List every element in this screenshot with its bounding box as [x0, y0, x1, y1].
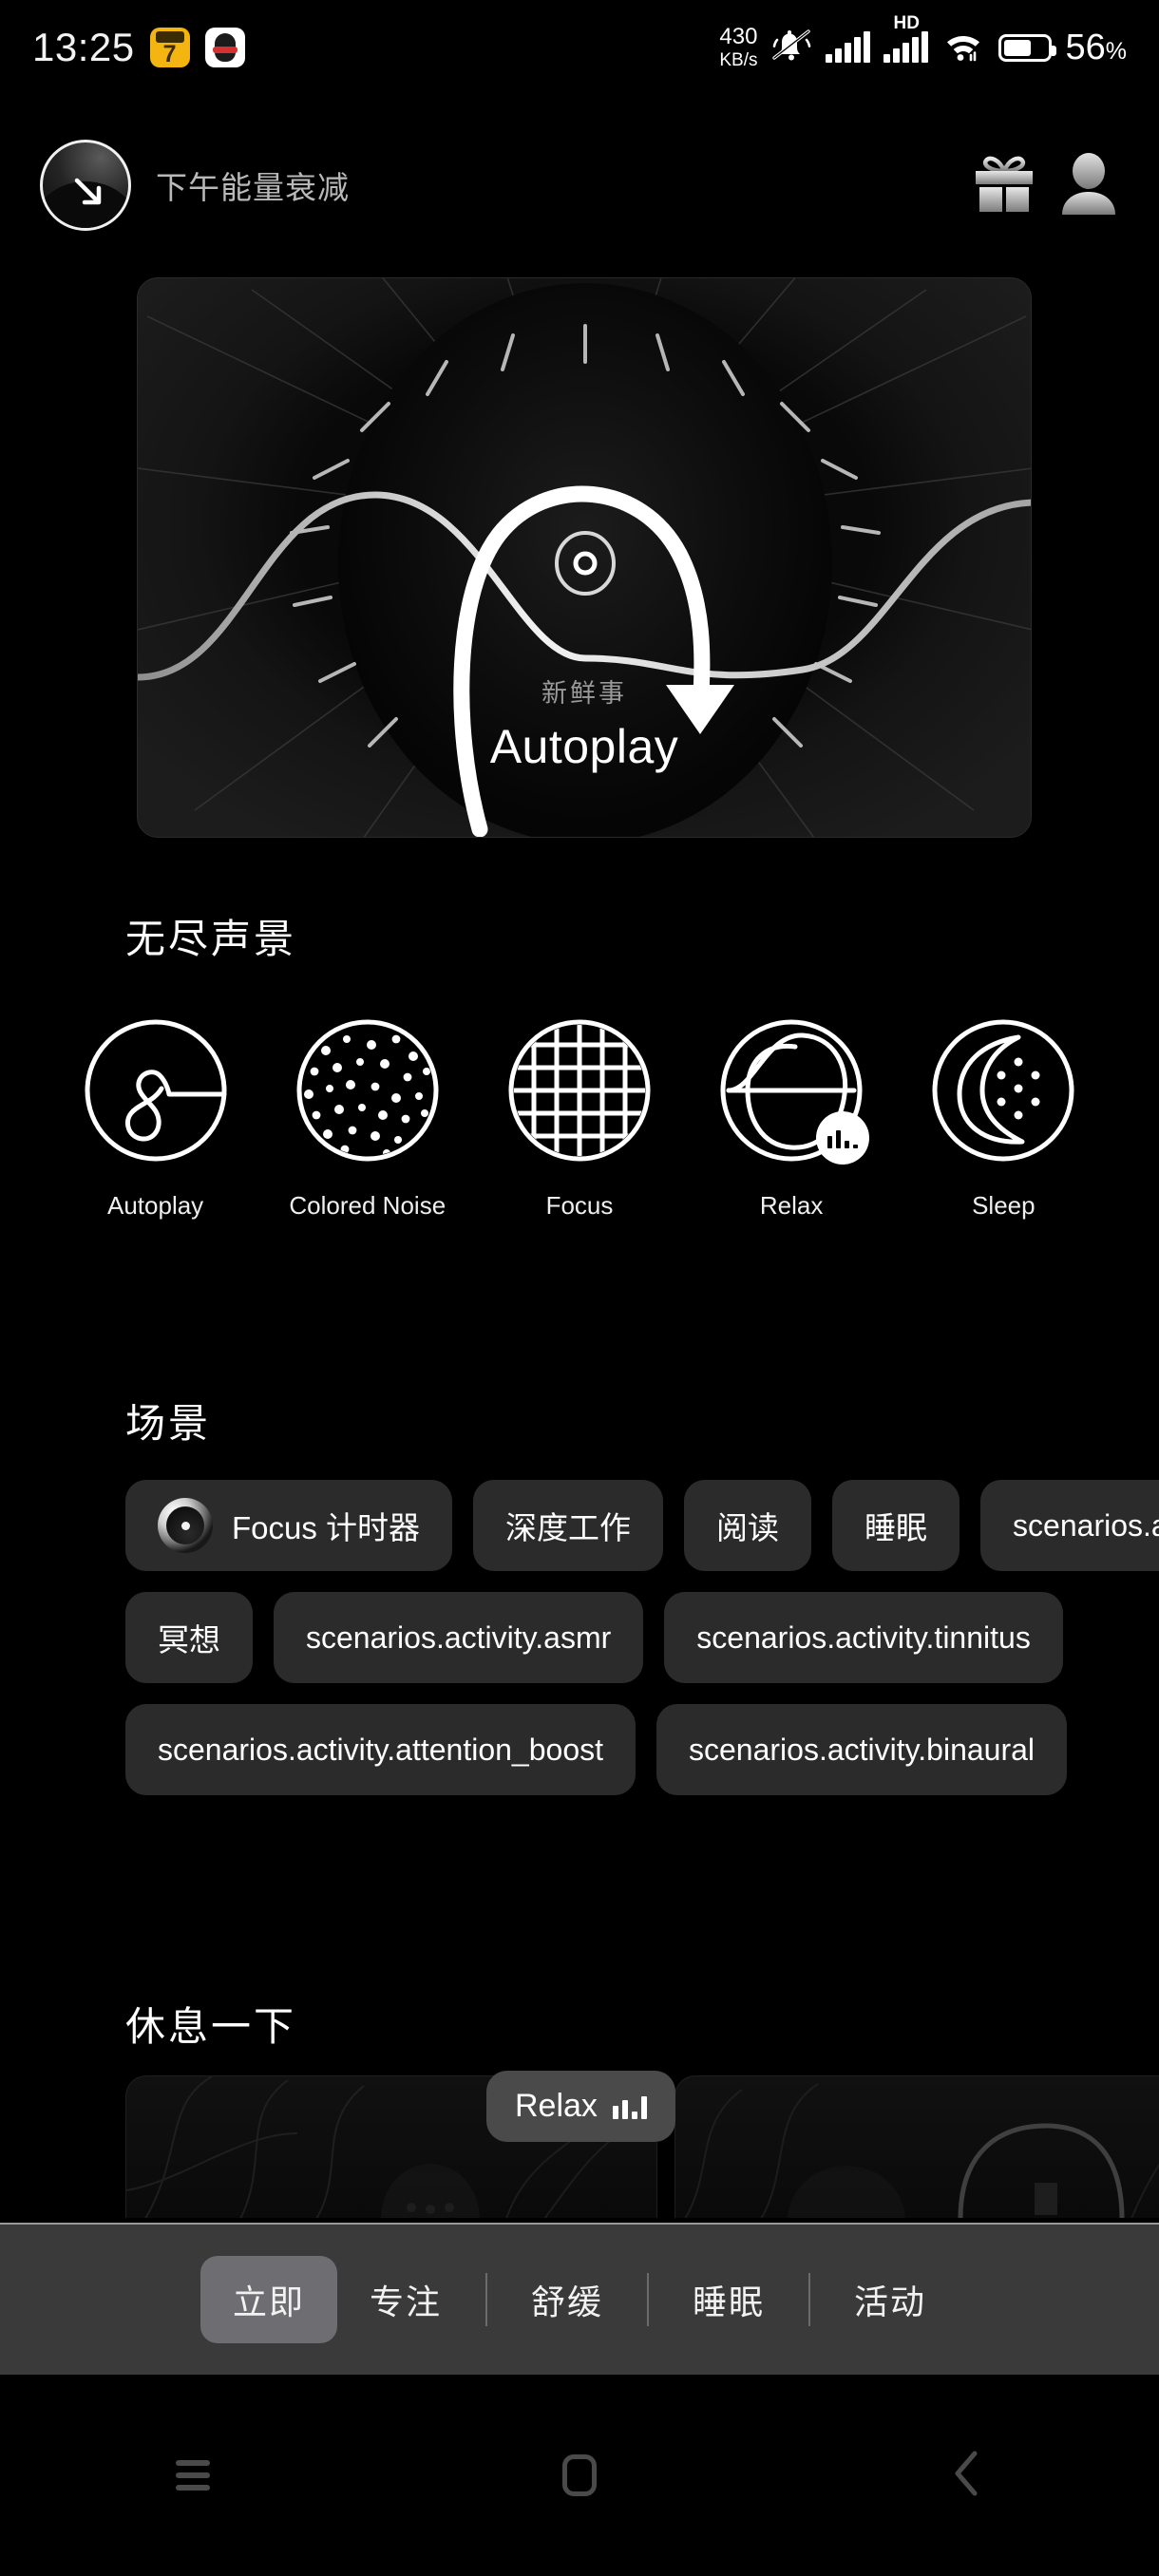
- android-nav-bar: [0, 2375, 1159, 2576]
- autoplay-hero-card[interactable]: 新鲜事 Autoplay: [137, 277, 1032, 838]
- hd-signal-icon: HD: [884, 13, 929, 63]
- focus-timer-dial-icon: [158, 1498, 213, 1553]
- scenario-chip-sleep[interactable]: 睡眠: [832, 1480, 960, 1571]
- equalizer-bars-icon: [612, 2094, 647, 2119]
- soundscape-label: Autoplay: [107, 1191, 204, 1220]
- mute-bell-icon: [770, 27, 812, 69]
- scenario-chip-label: 深度工作: [505, 1510, 632, 1545]
- status-bar-clock: 13:25: [32, 25, 135, 69]
- tab-focus[interactable]: 专注: [337, 2256, 474, 2343]
- recents-menu-icon: [176, 2453, 211, 2497]
- scenario-chip-label: 阅读: [716, 1510, 780, 1545]
- scenario-chip-asmr[interactable]: scenarios.activity.asmr: [274, 1592, 644, 1683]
- soundscape-label: Relax: [759, 1191, 824, 1220]
- back-chevron-icon: [950, 2450, 982, 2502]
- battery-percent: 56%: [1065, 27, 1127, 67]
- scenario-chip-label: 睡眠: [864, 1510, 928, 1545]
- home-square-icon: [562, 2454, 597, 2496]
- profile-avatar-icon[interactable]: [1058, 152, 1119, 219]
- soundscape-item-colored-noise[interactable]: Colored Noise: [281, 1014, 454, 1221]
- wifi-icon: [941, 28, 985, 67]
- scenario-chip-binaural[interactable]: scenarios.activity.binaural: [656, 1704, 1068, 1795]
- hero-subtitle: 新鲜事: [542, 679, 627, 708]
- autoplay-loop-icon: [80, 1014, 232, 1166]
- tab-sleep[interactable]: 睡眠: [660, 2256, 797, 2343]
- tab-now[interactable]: 立即: [200, 2256, 337, 2343]
- break-heading: 休息一下: [125, 2004, 297, 2049]
- scenario-chip-overflow[interactable]: scenarios.activity.r: [980, 1480, 1159, 1571]
- soundscape-item-relax[interactable]: Relax: [705, 1014, 878, 1221]
- soundscape-item-sleep[interactable]: Sleep: [917, 1014, 1090, 1221]
- tab-soothe[interactable]: 舒缓: [499, 2256, 636, 2343]
- scenario-chip-row: scenarios.activity.attention_boost scena…: [125, 1704, 1159, 1795]
- app-screen: 13:25 430 KB/s: [0, 0, 1159, 2576]
- scenario-chip-deep-work[interactable]: 深度工作: [473, 1480, 664, 1571]
- energy-decline-dial-icon[interactable]: [40, 140, 131, 231]
- status-bar-left: 13:25: [32, 25, 245, 70]
- soundscape-label: Colored Noise: [289, 1191, 446, 1220]
- scenario-chip-label: scenarios.activity.r: [1013, 1507, 1159, 1543]
- scenarios-heading: 场景: [125, 1401, 212, 1446]
- calendar-7-icon: [149, 28, 190, 67]
- scenario-chip-meditation[interactable]: 冥想: [125, 1592, 253, 1683]
- scenario-chip-label: scenarios.activity.attention_boost: [158, 1732, 603, 1767]
- scenario-chip-row: 冥想 scenarios.activity.asmr scenarios.act…: [125, 1592, 1159, 1683]
- recents-button[interactable]: [0, 2453, 387, 2497]
- battery-icon: [998, 33, 1057, 62]
- scenario-chip-reading[interactable]: 阅读: [684, 1480, 812, 1571]
- now-playing-badge-icon: [816, 1111, 870, 1165]
- scenario-chip-label: 冥想: [158, 1622, 220, 1657]
- tab-activity[interactable]: 活动: [822, 2256, 959, 2343]
- grid-circle-icon: [504, 1014, 656, 1166]
- bottom-tab-bar: 立即 专注 舒缓 睡眠 活动: [0, 2223, 1159, 2375]
- network-speed: 430 KB/s: [719, 24, 758, 70]
- soundscape-heading: 无尽声景: [125, 917, 297, 961]
- scenario-chip-focus-timer[interactable]: Focus 计时器: [125, 1480, 453, 1571]
- network-speed-value: 430: [719, 24, 758, 49]
- status-bar-right: 430 KB/s HD 56%: [719, 13, 1127, 70]
- scenario-chip-row: Focus 计时器 深度工作 阅读 睡眠 scenarios.activity.…: [125, 1480, 1159, 1571]
- now-playing-relax-pill[interactable]: Relax: [486, 2071, 675, 2142]
- soundscape-label: Sleep: [972, 1191, 1036, 1220]
- hero-caption: 新鲜事 Autoplay: [138, 672, 1031, 774]
- header-actions: [971, 152, 1119, 219]
- hero-title: Autoplay: [489, 720, 679, 773]
- back-button[interactable]: [772, 2450, 1159, 2502]
- soundscape-label: Focus: [545, 1191, 614, 1220]
- noise-dots-icon: [292, 1014, 444, 1166]
- soundscape-list: Autoplay Colored Noise Focus Relax Sleep: [0, 1014, 1159, 1221]
- tab-divider: [808, 2273, 811, 2326]
- crescent-moon-icon: [927, 1014, 1079, 1166]
- scenario-chip-attention-boost[interactable]: scenarios.activity.attention_boost: [125, 1704, 636, 1795]
- scenario-chip-label: Focus 计时器: [232, 1510, 421, 1545]
- soundscape-item-autoplay[interactable]: Autoplay: [69, 1014, 242, 1221]
- leaf-wave-icon: [715, 1014, 870, 1166]
- header-status-title: 下午能量衰减: [156, 170, 350, 205]
- home-button[interactable]: [387, 2454, 773, 2496]
- scenario-chip-label: scenarios.activity.binaural: [689, 1732, 1036, 1767]
- signal-bars-icon: [826, 31, 871, 63]
- now-playing-label: Relax: [515, 2088, 598, 2124]
- scenario-chip-label: scenarios.activity.asmr: [306, 1619, 612, 1655]
- status-bar: 13:25 430 KB/s: [0, 0, 1159, 95]
- qq-penguin-icon: [204, 28, 245, 67]
- hd-label: HD: [893, 13, 920, 33]
- scenario-chip-tinnitus[interactable]: scenarios.activity.tinnitus: [664, 1592, 1063, 1683]
- tab-divider: [484, 2273, 487, 2326]
- tab-divider: [647, 2273, 649, 2326]
- soundscape-item-focus[interactable]: Focus: [493, 1014, 666, 1221]
- network-speed-unit: KB/s: [719, 50, 758, 70]
- scenario-chip-label: scenarios.activity.tinnitus: [696, 1619, 1031, 1655]
- gift-icon[interactable]: [971, 152, 1037, 219]
- app-header: 下午能量衰减: [0, 133, 1159, 237]
- break-card[interactable]: [674, 2075, 1159, 2218]
- scenario-chip-list: Focus 计时器 深度工作 阅读 睡眠 scenarios.activity.…: [125, 1480, 1159, 1816]
